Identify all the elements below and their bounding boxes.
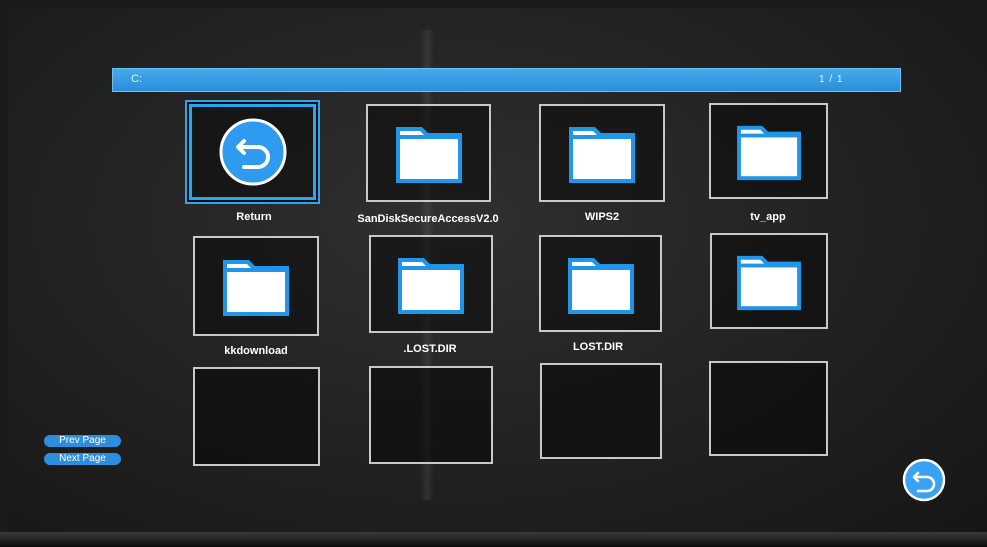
tile-label-kkdownload: kkdownload [224,345,288,357]
empty-slot [540,363,662,459]
folder-icon [569,127,635,183]
tile-label-lost-dir: LOST.DIR [572,341,624,353]
prev-page-button[interactable]: Prev Page [44,435,121,447]
folder-tile-dot-lost-dir[interactable] [369,235,493,333]
empty-slot [193,367,320,466]
folder-tile-tv-app[interactable] [709,103,828,199]
return-tile[interactable] [189,104,316,200]
folder-tile-sandisk[interactable] [366,104,491,202]
return-icon [219,118,286,186]
tile-label-dot-lost-dir: .LOST.DIR [403,343,457,355]
folder-icon [567,257,634,314]
folder-icon [223,260,289,316]
tv-bezel-bottom [0,532,987,547]
folder-icon [395,127,462,183]
folder-icon [736,125,801,181]
path-bar: C: 1 / 1 [112,68,901,92]
folder-tile-kkdownload[interactable] [193,236,319,336]
folder-icon [398,258,464,314]
return-button-icon[interactable] [902,458,946,502]
current-path: C: [131,73,142,85]
tile-label-wips2: WIPS2 [584,211,620,223]
empty-slot [369,366,493,464]
folder-icon [737,255,801,311]
empty-slot [709,361,828,456]
tile-label-tv-app: tv_app [750,211,786,223]
folder-tile-unnamed[interactable] [710,233,828,329]
folder-tile-wips2[interactable] [539,104,665,202]
tile-label-sandisk: SanDiskSecureAccessV2.0 [357,213,499,225]
page-indicator: 1 / 1 [819,74,844,85]
tile-label-return: Return [236,211,272,223]
folder-tile-lost-dir[interactable] [539,235,662,332]
next-page-button[interactable]: Next Page [44,453,121,465]
